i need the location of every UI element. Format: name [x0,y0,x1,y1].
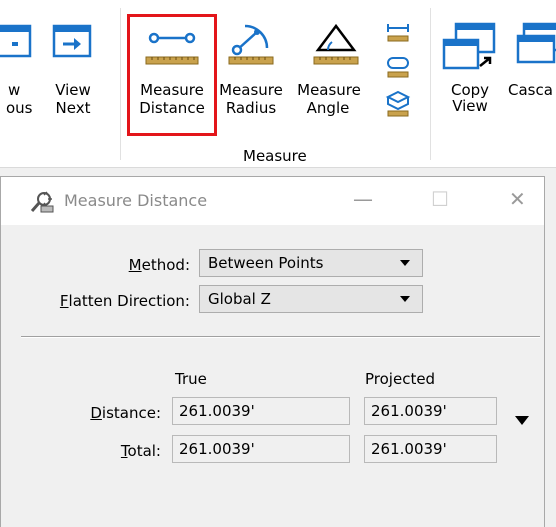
measure-angle-label-1: Measure [297,81,361,99]
measure-area-small-button[interactable] [384,56,412,80]
copy-view-label-2: View [452,97,488,115]
ribbon-group-separator [430,8,431,160]
chevron-down-icon [400,260,410,266]
view-previous-icon [0,24,32,58]
true-column-header: True [175,370,207,388]
flatten-direction-label: Flatten Direction: [59,292,190,310]
measure-length-icon [387,24,409,42]
ribbon-toolbar: w ous View Next Measure Distance Measure… [0,0,556,168]
total-true-field[interactable]: 261.0039' [172,435,350,463]
method-dropdown[interactable]: Between Points [199,249,423,277]
measure-radius-icon [228,24,274,65]
cascade-label: Casca [508,81,553,99]
measure-tools-icon [30,191,54,213]
distance-projected-field[interactable]: 261.0039' [364,397,497,425]
ribbon-group-separator [120,8,121,160]
maximize-button[interactable]: ☐ [431,187,449,211]
flatten-direction-dropdown[interactable]: Global Z [199,285,423,313]
cascade-button[interactable]: Casca [508,18,556,134]
view-next-label-1: View [55,81,91,99]
close-button[interactable]: ✕ [509,187,526,211]
measure-volume-small-button[interactable] [384,90,412,118]
distance-label: Distance: [90,404,161,422]
view-previous-label-1: w [8,81,21,99]
measure-area-icon [387,57,409,78]
view-next-icon [52,24,92,58]
copy-view-icon [442,22,496,70]
method-value: Between Points [208,254,324,272]
measure-angle-icon [313,23,359,65]
distance-true-field[interactable]: 261.0039' [172,397,350,425]
view-previous-label-2: ous [6,99,33,117]
total-projected-field[interactable]: 261.0039' [364,435,497,463]
measure-volume-icon [385,90,411,117]
minimize-button[interactable]: — [353,187,373,211]
cascade-icon [516,22,556,64]
measure-group-label: Measure [243,147,307,165]
expand-dialog-toggle[interactable] [515,416,529,425]
dialog-titlebar[interactable]: Measure Distance — ☐ ✕ [1,177,544,225]
chevron-down-icon [400,296,410,302]
measure-length-small-button[interactable] [384,22,412,44]
view-next-button[interactable]: View Next [48,20,98,136]
projected-column-header: Projected [365,370,436,388]
method-label: Method: [128,256,190,274]
copy-view-button[interactable]: Copy View [438,18,502,134]
flatten-direction-value: Global Z [208,290,271,308]
view-next-label-2: Next [55,99,91,117]
dialog-title: Measure Distance [64,191,208,210]
measure-angle-label-2: Angle [306,99,350,117]
measure-angle-button[interactable]: Measure Angle [288,18,384,134]
total-label: Total: [120,442,161,460]
measure-distance-dialog: Measure Distance — ☐ ✕ Method: Between P… [0,176,545,527]
view-previous-button[interactable]: w ous [0,20,44,136]
section-divider [21,336,540,338]
measure-distance-highlight [127,14,217,136]
